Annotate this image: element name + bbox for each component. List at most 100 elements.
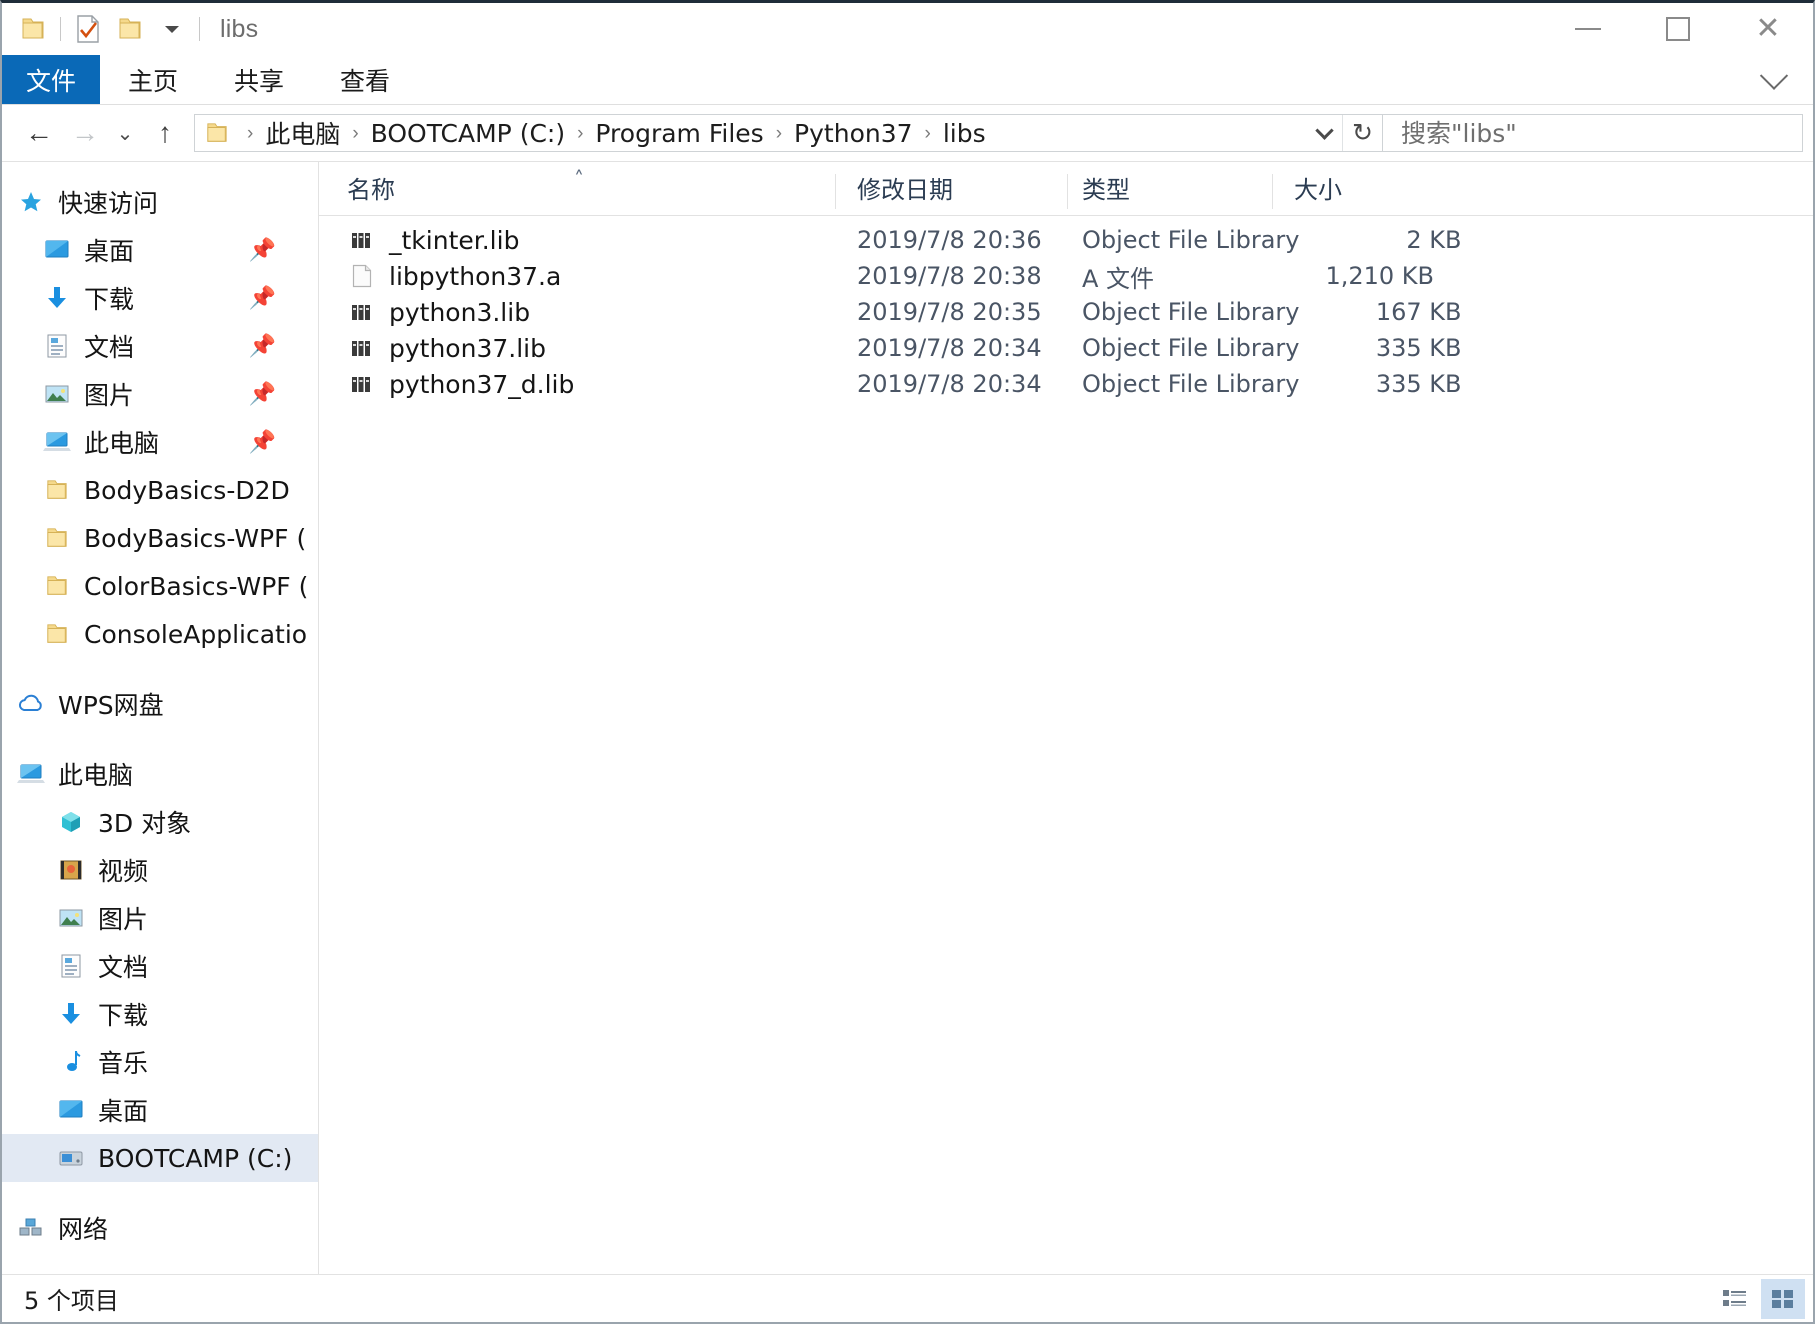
search-box[interactable]	[1383, 114, 1803, 152]
search-input[interactable]	[1399, 117, 1802, 149]
videos-icon	[54, 858, 88, 882]
sidebar-section-network[interactable]: 网络	[2, 1204, 318, 1252]
address-dropdown-button[interactable]	[1306, 115, 1342, 151]
sidebar-item-desktop[interactable]: 桌面 📌	[2, 226, 318, 274]
tab-file[interactable]: 文件	[2, 55, 100, 104]
sidebar-label: BodyBasics-D2D	[84, 475, 290, 505]
documents-icon	[40, 333, 74, 359]
table-row[interactable]: python37.lib 2019/7/8 20:34 Object File …	[319, 330, 1813, 366]
column-label: 修改日期	[857, 176, 953, 204]
breadcrumb-separator: ›	[577, 122, 584, 144]
column-header-type[interactable]: 类型	[1067, 162, 1272, 215]
file-explorer-window: libs ✕ 文件 主页 共享 查看 ← → ⌄ ↑ › 此电脑 › BOOTC…	[0, 0, 1815, 1324]
sidebar-section-wps-cloud[interactable]: WPS网盘	[2, 680, 318, 728]
sidebar-item-documents[interactable]: 文档 📌	[2, 322, 318, 370]
recent-locations-button[interactable]: ⌄	[108, 110, 142, 156]
file-type: Object File Library	[1082, 226, 1300, 254]
refresh-button[interactable]: ↻	[1342, 115, 1382, 151]
sidebar-item-bodybasics-d2d[interactable]: BodyBasics-D2D	[2, 466, 318, 514]
large-icons-view-button[interactable]	[1761, 1278, 1805, 1319]
sidebar-item-documents-pc[interactable]: 文档	[2, 942, 318, 990]
sidebar-section-this-pc[interactable]: 此电脑	[2, 750, 318, 798]
breadcrumb: › 此电脑 › BOOTCAMP (C:) › Program Files › …	[237, 115, 1306, 151]
tab-home[interactable]: 主页	[100, 55, 206, 104]
back-button[interactable]: ←	[16, 110, 62, 156]
sidebar-item-music[interactable]: 音乐	[2, 1038, 318, 1086]
chevron-down-icon[interactable]	[151, 8, 193, 50]
address-bar[interactable]: › 此电脑 › BOOTCAMP (C:) › Program Files › …	[194, 114, 1383, 152]
sidebar-item-bodybasics-wpf[interactable]: BodyBasics-WPF (	[2, 514, 318, 562]
object-library-icon	[347, 373, 377, 395]
sidebar-item-colorbasics-wpf[interactable]: ColorBasics-WPF (	[2, 562, 318, 610]
sidebar-label: 文档	[84, 333, 135, 362]
folder-icon	[40, 575, 74, 597]
file-size: 1,210 KB	[1325, 262, 1434, 290]
sidebar-item-pictures-pc[interactable]: 图片	[2, 894, 318, 942]
minimize-button[interactable]	[1543, 3, 1633, 55]
sidebar-item-downloads-pc[interactable]: 下载	[2, 990, 318, 1038]
sidebar-label: 视频	[98, 857, 149, 886]
maximize-button[interactable]	[1633, 3, 1723, 55]
drive-icon	[54, 1146, 88, 1170]
download-icon	[54, 1001, 88, 1027]
pictures-icon	[40, 382, 74, 406]
pin-icon: 📌	[248, 381, 276, 406]
window-title: libs	[220, 14, 259, 43]
3d-objects-icon	[54, 810, 88, 834]
table-row[interactable]: _tkinter.lib 2019/7/8 20:36 Object File …	[319, 222, 1813, 258]
sidebar-item-consoleapplication[interactable]: ConsoleApplicatio	[2, 610, 318, 658]
object-library-icon	[347, 337, 377, 359]
column-header-size[interactable]: 大小	[1272, 162, 1452, 215]
sidebar-item-this-pc-qa[interactable]: 此电脑 📌	[2, 418, 318, 466]
sidebar-label: BodyBasics-WPF (	[84, 523, 307, 553]
file-name: python37.lib	[389, 333, 546, 363]
file-size: 167 KB	[1375, 298, 1462, 326]
tab-view[interactable]: 查看	[312, 55, 418, 104]
sidebar-label: 图片	[84, 381, 135, 410]
breadcrumb-separator: ›	[924, 122, 931, 144]
expand-ribbon-button[interactable]	[1749, 55, 1799, 104]
breadcrumb-item-program-files[interactable]: Program Files	[593, 119, 765, 148]
sidebar-item-bootcamp-c[interactable]: BOOTCAMP (C:)	[2, 1134, 318, 1182]
file-size: 2 KB	[1406, 226, 1462, 254]
column-header-name[interactable]: 名称 ˄	[319, 162, 835, 215]
table-row[interactable]: python3.lib 2019/7/8 20:35 Object File L…	[319, 294, 1813, 330]
file-name-cell: python37_d.lib	[319, 370, 835, 399]
file-name-cell: libpython37.a	[319, 262, 835, 291]
sidebar-item-3d-objects[interactable]: 3D 对象	[2, 798, 318, 846]
folder-icon[interactable]	[12, 8, 54, 50]
forward-button[interactable]: →	[62, 110, 108, 156]
sidebar-section-quick-access[interactable]: 快速访问	[2, 178, 318, 226]
column-header-date-modified[interactable]: 修改日期	[835, 162, 1067, 215]
breadcrumb-item-bootcamp[interactable]: BOOTCAMP (C:)	[369, 119, 567, 148]
pin-icon: 📌	[248, 237, 276, 262]
ribbon-tabs: 文件 主页 共享 查看	[2, 55, 1813, 105]
window-controls: ✕	[1543, 3, 1813, 55]
sidebar-item-desktop-pc[interactable]: 桌面	[2, 1086, 318, 1134]
sidebar-label: BOOTCAMP (C:)	[98, 1143, 293, 1173]
sidebar-label: 文档	[98, 953, 149, 982]
sidebar-label: 桌面	[98, 1097, 149, 1126]
table-row[interactable]: python37_d.lib 2019/7/8 20:34 Object Fil…	[319, 366, 1813, 402]
breadcrumb-item-this-pc[interactable]: 此电脑	[263, 115, 342, 151]
file-name-cell: python3.lib	[319, 298, 835, 327]
breadcrumb-item-python37[interactable]: Python37	[792, 119, 914, 148]
new-folder-icon[interactable]	[109, 8, 151, 50]
file-type: Object File Library	[1082, 370, 1300, 398]
sidebar-item-downloads[interactable]: 下载 📌	[2, 274, 318, 322]
up-button[interactable]: ↑	[142, 110, 188, 156]
navigation-pane[interactable]: 快速访问 桌面 📌 下载 📌 文档 📌 图片 📌 此电脑 📌 BodyBasic…	[2, 162, 319, 1274]
toolbar-divider	[60, 17, 61, 41]
sidebar-item-pictures[interactable]: 图片 📌	[2, 370, 318, 418]
star-icon	[14, 189, 48, 215]
close-button[interactable]: ✕	[1723, 3, 1813, 55]
sidebar-item-videos[interactable]: 视频	[2, 846, 318, 894]
document-check-icon[interactable]	[67, 8, 109, 50]
breadcrumb-item-libs[interactable]: libs	[941, 119, 988, 148]
column-divider	[1067, 174, 1068, 209]
details-view-button[interactable]	[1713, 1279, 1757, 1319]
tab-share[interactable]: 共享	[206, 55, 312, 104]
table-row[interactable]: libpython37.a 2019/7/8 20:38 A 文件 1,210 …	[319, 258, 1813, 294]
